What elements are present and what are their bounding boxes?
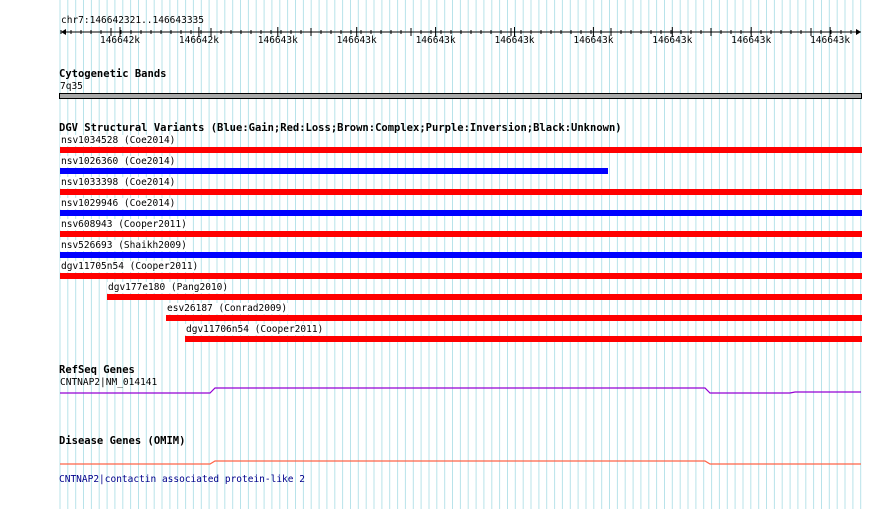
dgv-variant-bar[interactable] xyxy=(60,189,862,195)
ruler-tick-label: 146643k xyxy=(810,35,850,46)
ruler-tick-label: 146643k xyxy=(494,35,534,46)
dgv-variant-label: nsv1034528 (Coe2014) xyxy=(60,135,177,146)
dgv-variant-bar[interactable] xyxy=(60,252,862,258)
ruler-tick-label: 146643k xyxy=(652,35,692,46)
disease-gene-label[interactable]: CNTNAP2|contactin associated protein-lik… xyxy=(59,474,305,485)
dgv-track-title: DGV Structural Variants (Blue:Gain;Red:L… xyxy=(59,122,622,134)
dgv-variant-label: dgv177e180 (Pang2010) xyxy=(107,282,230,293)
refseq-track-title: RefSeq Genes xyxy=(59,364,135,376)
disease-track-title: Disease Genes (OMIM) xyxy=(59,435,186,447)
cytoband-label: 7q35 xyxy=(60,81,83,92)
ruler-tick-label: 146642k xyxy=(100,35,140,46)
dgv-variant-label: esv26187 (Conrad2009) xyxy=(166,303,289,314)
dgv-variant-bar[interactable] xyxy=(166,315,862,321)
dgv-variant-label: nsv608943 (Cooper2011) xyxy=(60,219,188,230)
refseq-gene-feature[interactable] xyxy=(0,385,890,399)
dgv-variant-bar[interactable] xyxy=(60,273,862,279)
dgv-variant-label: dgv11705n54 (Cooper2011) xyxy=(60,261,200,272)
dgv-variant-bar[interactable] xyxy=(60,231,862,237)
dgv-variant-label: dgv11706n54 (Cooper2011) xyxy=(185,324,325,335)
ruler-tick-label: 146643k xyxy=(337,35,377,46)
ruler-tick-label: 146642k xyxy=(179,35,219,46)
dgv-variant-label: nsv1026360 (Coe2014) xyxy=(60,156,177,167)
dgv-variant-label: nsv1029946 (Coe2014) xyxy=(60,198,177,209)
dgv-variant-bar[interactable] xyxy=(185,336,862,342)
dgv-variant-label: nsv1033398 (Coe2014) xyxy=(60,177,177,188)
dgv-variant-bar[interactable] xyxy=(60,168,608,174)
cytoband-bar[interactable] xyxy=(59,93,862,99)
dgv-variant-label: nsv526693 (Shaikh2009) xyxy=(60,240,188,251)
dgv-variant-bar[interactable] xyxy=(60,147,862,153)
cytoband-title: Cytogenetic Bands xyxy=(59,68,167,80)
ruler-tick-label: 146643k xyxy=(731,35,771,46)
coordinate-ruler[interactable]: 146642k 146642k 146643k 146643k 146643k 14664… xyxy=(0,24,890,48)
ruler-tick-label: 146643k xyxy=(416,35,456,46)
dgv-variant-bar[interactable] xyxy=(107,294,862,300)
disease-gene-feature[interactable] xyxy=(0,455,890,469)
ruler-tick-label: 146643k xyxy=(573,35,613,46)
dgv-variant-bar[interactable] xyxy=(60,210,862,216)
ruler-tick-label: 146643k xyxy=(258,35,298,46)
